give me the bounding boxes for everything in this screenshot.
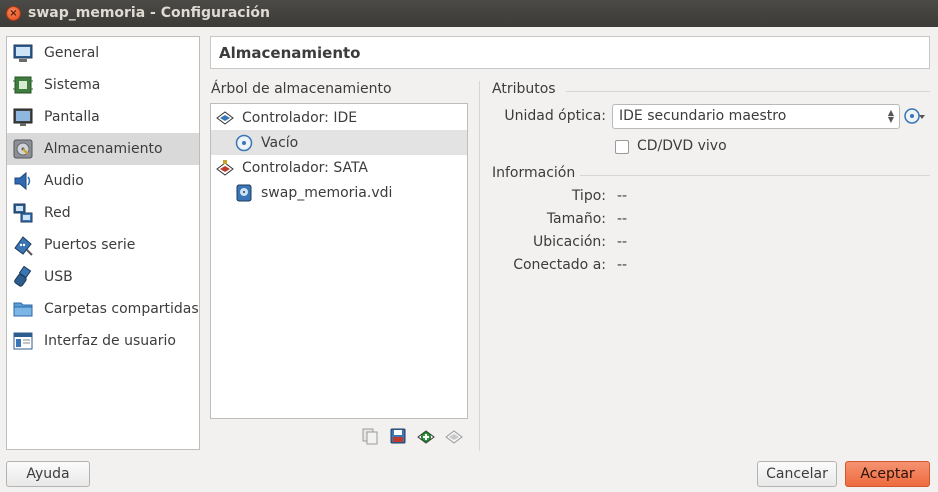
page-title: Almacenamiento [219,44,361,62]
title-bar: × swap_memoria - Configuración [0,0,938,27]
tree-item-label: Controlador: IDE [242,109,358,126]
usb-icon [12,265,34,288]
information-title: Información [492,165,576,181]
remove-controller-button[interactable] [445,427,463,445]
sidebar-item-label: Audio [44,173,84,189]
attributes-separator [566,91,930,92]
sidebar-item-label: General [44,45,100,61]
close-window-button[interactable]: × [6,6,21,21]
tree-item-vdi-disk[interactable]: swap_memoria.vdi [211,180,467,205]
folder-icon [12,298,34,320]
optical-drive-label: Unidad óptica: [504,108,606,124]
sidebar-item-label: Carpetas compartidas [44,301,199,317]
info-location-value: -- [617,234,628,250]
sidebar-item-label: Red [44,205,71,221]
add-controller-button[interactable] [417,427,435,445]
speaker-icon [12,170,34,192]
add-attachment-button[interactable] [361,427,379,445]
info-type-value: -- [617,188,628,204]
live-cd-label[interactable]: CD/DVD vivo [637,138,727,154]
info-attached-label: Conectado a: [513,257,606,273]
remove-controller-icon [445,430,463,444]
info-type-label: Tipo: [571,188,606,204]
panel-divider [479,81,480,451]
hard-disk-icon [235,184,253,202]
copy-disk-icon [362,428,378,445]
tree-item-ide-controller[interactable]: Controlador: IDE [211,105,467,130]
sidebar-item-label: Interfaz de usuario [44,333,176,349]
settings-sidebar: General Sistema Pantalla Almacenamiento … [6,36,200,450]
sidebar-item-carpetas-compartidas[interactable]: Carpetas compartidas [7,293,199,325]
optical-drive-select[interactable]: IDE secundario maestro ▲ ▼ [612,104,900,129]
sidebar-item-label: USB [44,269,73,285]
help-button[interactable]: Ayuda [6,461,90,487]
optical-disc-icon [235,134,253,152]
sidebar-item-red[interactable]: Red [7,197,199,229]
tree-item-label: Vacío [261,134,299,151]
add-hard-disk-button[interactable] [389,427,407,445]
tree-item-label: swap_memoria.vdi [261,184,393,201]
live-cd-checkbox[interactable] [615,140,629,154]
sidebar-item-almacenamiento[interactable]: Almacenamiento [7,133,199,165]
window-title: swap_memoria - Configuración [28,5,270,21]
monitor-icon [12,42,34,64]
serial-port-icon [12,234,34,256]
sidebar-item-label: Puertos serie [44,237,136,253]
add-controller-icon [417,430,435,444]
chip-icon [12,74,34,96]
sidebar-item-general[interactable]: General [7,37,199,69]
optical-disc-menu-icon [904,108,925,124]
information-separator [580,175,930,176]
ui-icon [12,330,34,352]
tree-item-sata-controller[interactable]: Controlador: SATA [211,155,467,180]
info-attached-value: -- [617,257,628,273]
spin-arrows-icon: ▲ ▼ [887,108,894,124]
section-header: Almacenamiento [210,36,930,69]
sidebar-item-usb[interactable]: USB [7,261,199,293]
sidebar-item-audio[interactable]: Audio [7,165,199,197]
sidebar-item-sistema[interactable]: Sistema [7,69,199,101]
accept-button[interactable]: Aceptar [845,461,930,487]
attributes-title: Atributos [492,81,556,97]
ide-controller-icon [216,109,234,127]
sidebar-item-pantalla[interactable]: Pantalla [7,101,199,133]
tree-item-label: Controlador: SATA [242,159,368,176]
storage-tree[interactable]: Controlador: IDE Vacío Controlador: SATA… [210,103,468,419]
storage-tree-label: Árbol de almacenamiento [211,81,392,97]
sidebar-item-interfaz-de-usuario[interactable]: Interfaz de usuario [7,325,199,357]
sidebar-item-label: Pantalla [44,109,100,125]
sidebar-item-label: Sistema [44,77,101,93]
display-icon [12,106,34,128]
choose-disk-button[interactable] [904,107,926,125]
optical-drive-value: IDE secundario maestro [619,108,787,124]
tree-item-empty-optical[interactable]: Vacío [211,130,467,155]
info-size-value: -- [617,211,628,227]
cancel-button[interactable]: Cancelar [757,461,837,487]
sidebar-item-label: Almacenamiento [44,141,163,157]
info-location-label: Ubicación: [532,234,606,250]
sidebar-item-puertos-serie[interactable]: Puertos serie [7,229,199,261]
info-size-label: Tamaño: [546,211,606,227]
disk-icon [12,138,34,160]
network-icon [12,202,34,224]
save-disk-icon [390,428,406,444]
sata-controller-icon [216,159,234,177]
